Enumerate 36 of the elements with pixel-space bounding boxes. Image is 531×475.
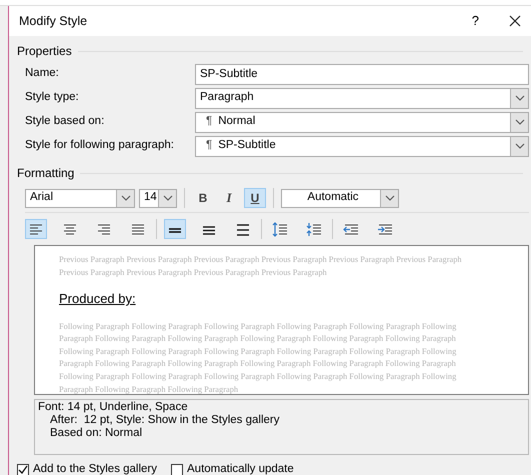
- style-dropdown[interactable]: ¶ SP-Subtitle: [195, 136, 529, 156]
- dropdown-value: Normal: [218, 114, 256, 130]
- field-label: Name:: [25, 66, 60, 82]
- following-paragraph-text: Following Paragraph Following Paragraph Following Paragraph Following Paragraph Following Paragraph Following Paragraph Following Paragraph Following Paragraph Following Paragraph Following Paragraph Following Paragraph Following Paragraph Following Paragraph Following Paragraph Following Paragraph Following Paragraph Following Paragraph Following Paragraph Following Paragraph Following Paragraph Following Paragraph Following Paragraph Following Paragraph Following Paragraph Following Paragraph Following Paragraph Following Paragraph Following Paragraph Following Paragraph Following Paragraph: [59, 320, 458, 394]
- field-label: Style based on:: [25, 114, 106, 130]
- pilcrow: ¶: [206, 138, 212, 154]
- font-dropdown[interactable]: Arial: [25, 188, 135, 208]
- checkbox-label: Add to the Styles gallery: [33, 462, 158, 475]
- color-dropdown[interactable]: Automatic: [281, 188, 399, 208]
- previous-paragraph-text: Previous Paragraph Previous Paragraph Previous Paragraph Previous Paragraph Previous Paragraph Previous Paragraph Previous Paragraph Previous Paragraph Previous Paragraph Previous Paragraph: [59, 254, 463, 279]
- single-spacing-icon[interactable]: [164, 219, 186, 239]
- size-dropdown[interactable]: 14: [139, 188, 177, 208]
- pilcrow: ¶: [206, 114, 212, 130]
- field-label: Style for following paragraph:: [25, 138, 175, 154]
- help-button[interactable]: ?: [472, 11, 479, 31]
- description-line: Font: 14 pt, Underline, Space: [38, 401, 189, 414]
- italic-button[interactable]: I: [218, 188, 240, 208]
- section-heading: Formatting: [17, 165, 74, 182]
- checkbox[interactable]: [17, 464, 29, 475]
- sample-text: Produced by:: [59, 290, 137, 308]
- close-icon[interactable]: [509, 15, 521, 27]
- underline-button[interactable]: U: [244, 188, 266, 208]
- window-title: Modify Style: [19, 12, 88, 30]
- text-field[interactable]: SP-Subtitle: [195, 64, 529, 84]
- dropdown-value: Paragraph: [200, 90, 254, 106]
- field-label: Style type:: [25, 90, 80, 106]
- description-line: After: 12 pt, Style: Show in the Styles gallery: [49, 414, 280, 427]
- align-left-icon[interactable]: [25, 219, 47, 239]
- bold-button[interactable]: B: [192, 188, 214, 208]
- style-dropdown[interactable]: ¶ Normal: [195, 112, 529, 132]
- checkbox-label: Automatically update: [187, 462, 294, 475]
- description-line: Based on: Normal: [49, 427, 144, 440]
- style-dropdown[interactable]: Paragraph: [195, 88, 529, 108]
- section-heading: Properties: [17, 43, 72, 60]
- checkbox[interactable]: [171, 464, 184, 475]
- dropdown-value: SP-Subtitle: [218, 138, 276, 154]
